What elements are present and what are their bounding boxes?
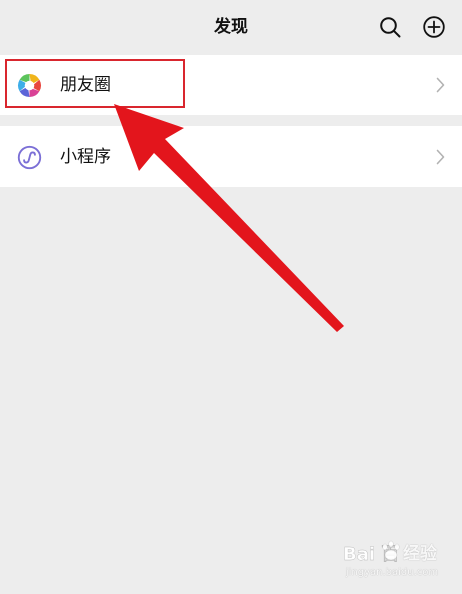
mini-programs-label: 小程序 (60, 146, 111, 167)
mini-programs-cell[interactable]: 小程序 (0, 126, 462, 187)
chevron-right-icon (436, 149, 445, 164)
chevron-right-icon (436, 77, 445, 93)
search-icon[interactable] (379, 16, 401, 38)
moments-aperture-icon (18, 74, 41, 97)
watermark-domain: jingyan.baidu.com (345, 567, 439, 578)
moments-cell[interactable]: 朋友圈 (0, 55, 462, 115)
navigation-bar: 发现 (0, 0, 462, 54)
watermark-name: 经验 (403, 544, 437, 564)
add-circle-icon[interactable] (423, 16, 445, 38)
mini-programs-group: 小程序 (0, 126, 462, 187)
baidu-logo: Bai 百 (343, 540, 400, 565)
moments-group: 朋友圈 (0, 55, 462, 115)
watermark: Bai 百 经验 jingyan.baidu.com (343, 538, 441, 582)
mini-program-icon (17, 145, 42, 169)
moments-label: 朋友圈 (60, 75, 111, 95)
